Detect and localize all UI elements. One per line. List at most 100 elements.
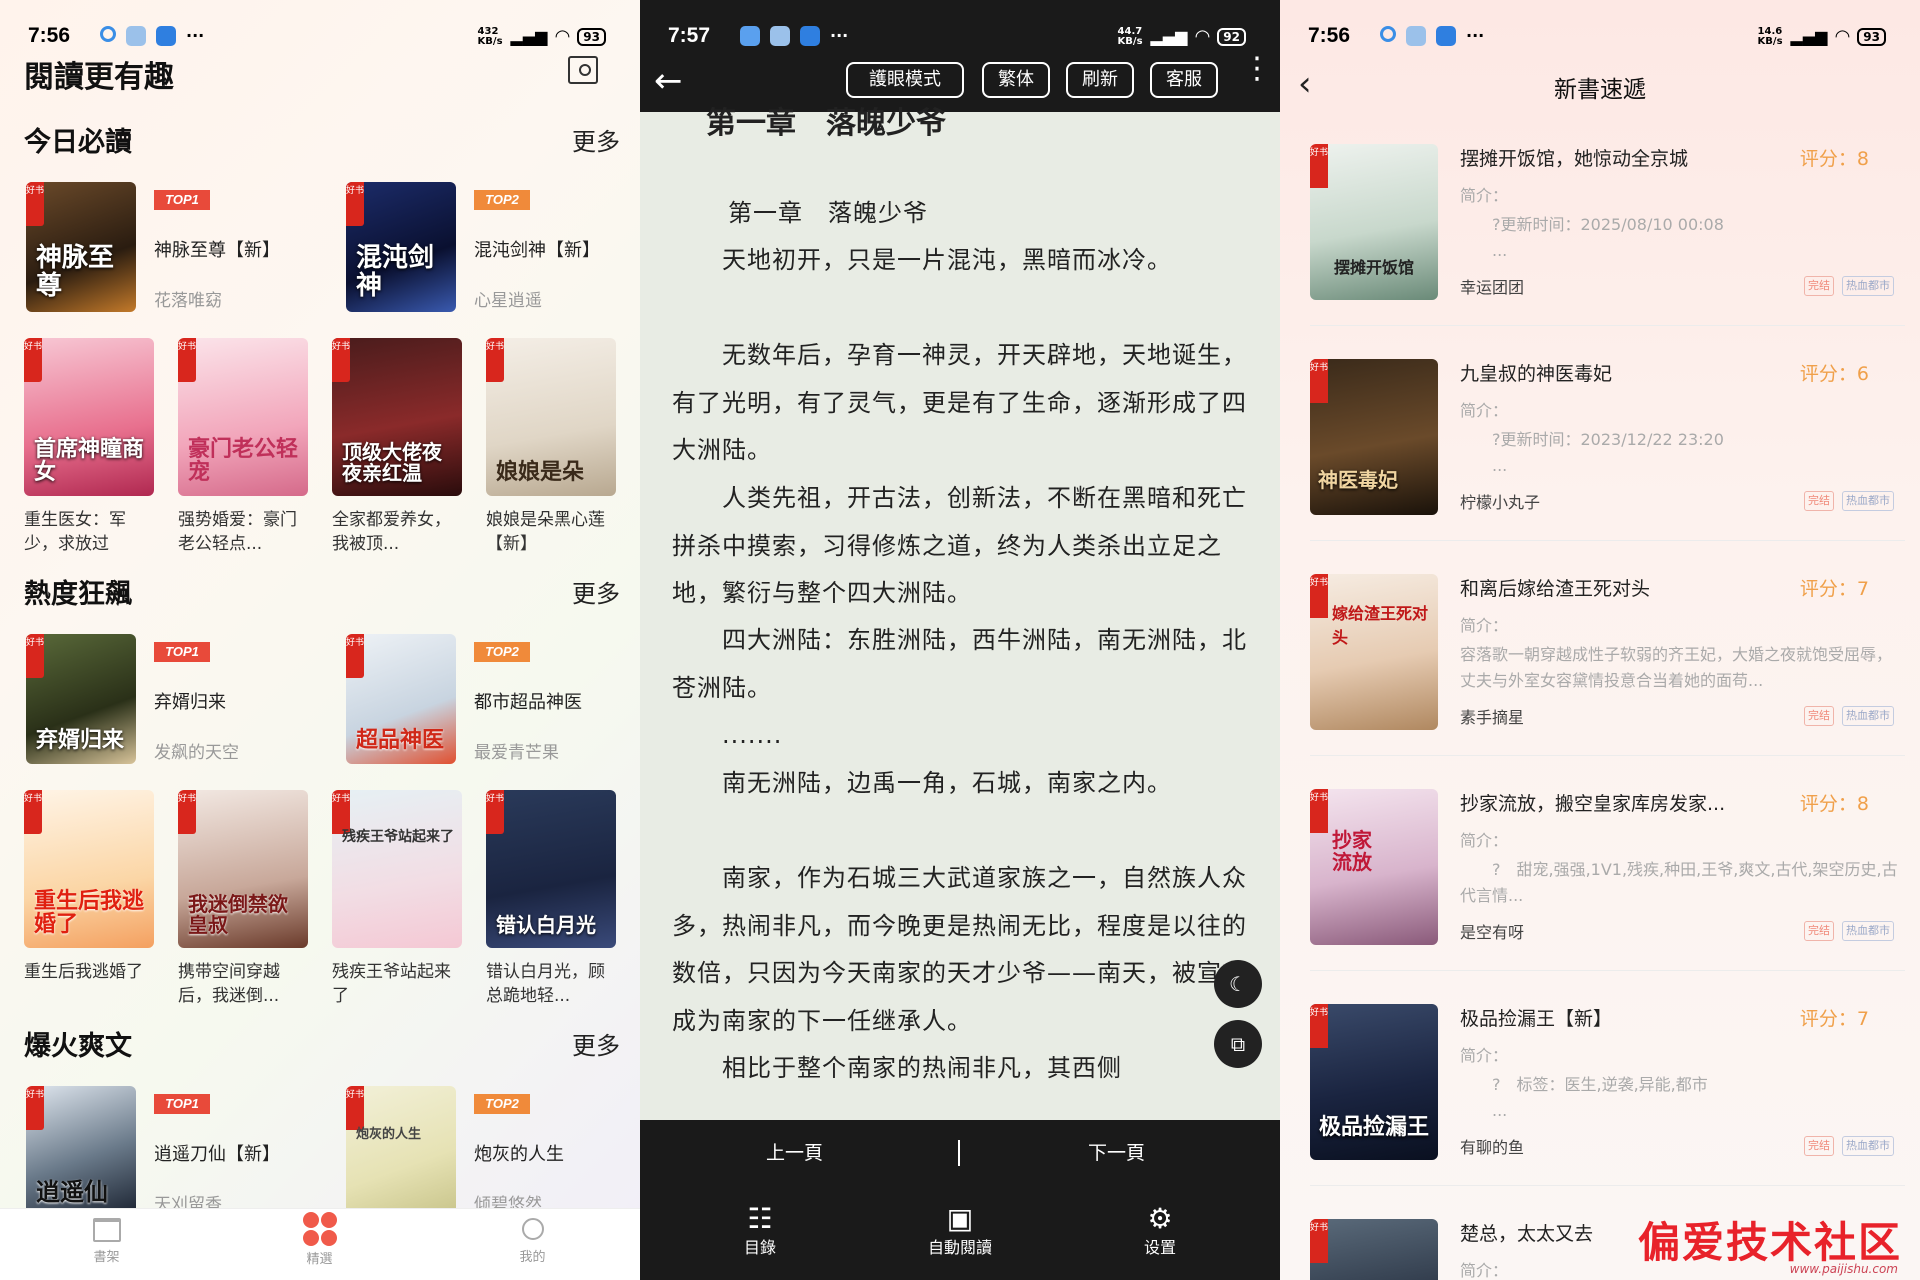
paragraph: 无数年后，孕育一神灵，开天辟地，天地诞生，有了光明，有了灵气，更是有了生命，逐渐… (672, 341, 1247, 464)
book-title[interactable]: 重生后我逃婚了 (24, 960, 154, 984)
book-title: 九皇叔的神医毒妃 (1460, 363, 1613, 385)
book-title[interactable]: 炮灰的人生 (474, 1140, 564, 1166)
search-icon[interactable] (568, 56, 598, 84)
book-title[interactable]: 娘娘是朵黑心莲【新】 (486, 508, 616, 556)
back-arrow-icon[interactable]: ← (654, 64, 683, 98)
book-title[interactable]: 弃婿归来 (154, 688, 226, 714)
cover-title: 顶级大佬夜夜亲红温 (342, 440, 442, 485)
book-title[interactable]: 神脉至尊【新】 (154, 236, 280, 262)
cover-title: 弃婿归来 (36, 726, 125, 753)
network-speed: 14.6 KB/s (1757, 25, 1783, 47)
page-divider (958, 1140, 960, 1166)
book-cover[interactable]: 好书 逍遥仙 (26, 1086, 136, 1216)
cover-title: 重生后我逃婚了 (34, 887, 145, 937)
page-title: 新書速遞 (1554, 77, 1646, 103)
more-link[interactable]: 更多 (572, 122, 620, 157)
refresh-button[interactable]: 刷新 (1066, 62, 1134, 98)
tab-profile[interactable]: 我的 (426, 1208, 639, 1280)
book-title[interactable]: 逍遥刀仙【新】 (154, 1140, 280, 1166)
book-title: 抄家流放，搬空皇家库房发家... (1460, 793, 1726, 815)
gear-icon: ⚙ (1147, 1202, 1173, 1235)
cover-title: 娘娘是朵 (496, 458, 585, 485)
book-cover: 好书 摆摊开饭馆 (1310, 144, 1438, 300)
night-mode-icon[interactable]: ☾ (1214, 960, 1262, 1008)
rank-badge: TOP1 (154, 1094, 210, 1114)
book-title[interactable]: 错认白月光，顾总跪地轻... (486, 960, 616, 1008)
intro-label: 简介： (1460, 831, 1509, 850)
book-list-item[interactable]: 好书 神医毒妃 九皇叔的神医毒妃 评分：6 简介： ?更新时间：2023/12/2… (1310, 341, 1905, 541)
book-score: 评分：7 (1799, 1008, 1869, 1030)
tab-label: 精選 (306, 1252, 333, 1267)
book-title[interactable]: 全家都爱养女，我被顶... (332, 508, 462, 556)
book-list-item[interactable]: 好书 抄家流放 抄家流放，搬空皇家库房发家... 评分：8 简介： ? 甜宠,强强… (1310, 771, 1905, 971)
book-list-item[interactable]: 好书 嫁给渣王死对头 和离后嫁给渣王死对头 评分：7 简介： 容落歌一朝穿越成性子… (1310, 556, 1905, 756)
cover-tag: 好书 (346, 634, 364, 678)
book-cover[interactable]: 好书 我迷倒禁欲皇叔 (178, 790, 308, 948)
more-link[interactable]: 更多 (572, 574, 620, 609)
settings-label: 设置 (1143, 1238, 1176, 1257)
prev-page-button[interactable]: 上一頁 (766, 1138, 823, 1165)
more-link[interactable]: 更多 (572, 1026, 620, 1061)
reading-content: 第一章 落魄少爷 天地初开，只是一片混沌，黑暗而冰冷。 无数年后，孕育一神灵，开… (640, 190, 1280, 1090)
eye-mode-button[interactable]: 護眼模式 (846, 62, 964, 98)
cover-tag: 好书 (346, 1086, 364, 1130)
book-title[interactable]: 强势婚爱：豪门老公轻点... (178, 508, 308, 556)
reader-bottom-bar: 上一頁 下一頁 ☷ 目錄 ▣ 自動閱讀 ⚙ 设置 (640, 1120, 1280, 1280)
book-title[interactable]: 都市超品神医 (474, 688, 582, 714)
book-cover[interactable]: 好书 混沌剑神 (346, 182, 456, 312)
cover-title: 混沌剑神 (356, 243, 435, 301)
book-list-item[interactable]: 好书 极品捡漏王 极品捡漏王【新】 评分：7 简介： ? 标签：医生,逆袭,异能,… (1310, 986, 1905, 1186)
book-title[interactable]: 混沌剑神【新】 (474, 236, 600, 262)
book-cover[interactable]: 好书 娘娘是朵 (486, 338, 616, 496)
notification-icon (100, 26, 116, 42)
cover-title: 嫁给渣王死对头 (1332, 604, 1429, 647)
divider (1310, 1185, 1905, 1186)
intro-label: 简介： (1460, 616, 1509, 635)
customer-service-button[interactable]: 客服 (1150, 62, 1218, 98)
cover-tag: 好书 (1310, 1219, 1328, 1263)
paragraph: 南无洲陆，边禹一角，石城，南家之内。 (672, 769, 1172, 797)
paragraph: 南家，作为石城三大武道家族之一，自然族人众多，热闹非凡，而今晚更是热闹无比，程度… (672, 864, 1247, 1035)
book-list-item[interactable]: 好书 摆摊开饭馆 摆摊开饭馆，她惊动全京城 评分：8 简介： ?更新时间：2025… (1310, 126, 1905, 326)
book-cover[interactable]: 好书 首席神瞳商女 (24, 338, 154, 496)
book-title[interactable]: 残疾王爷站起来了 (332, 960, 462, 1008)
bookstore-panel: 7:56 ··· 432 KB/s ▂▄▆ ◠ 93 閱讀更有趣 今日必讀 更多… (0, 0, 640, 1280)
book-cover[interactable]: 好书 神脉至尊 (26, 182, 136, 312)
status-badge: 完结 (1804, 1136, 1834, 1156)
auto-read-icon: ▣ (946, 1202, 974, 1235)
more-options-icon[interactable]: ⋮ (1242, 54, 1272, 84)
genre-badge: 热血都市 (1842, 491, 1894, 511)
cover-tag: 好书 (1310, 144, 1328, 188)
cover-tag: 好书 (1310, 1004, 1328, 1048)
book-title[interactable]: 携带空间穿越后，我迷倒... (178, 960, 308, 1008)
tab-bookshelf[interactable]: 書架 (0, 1208, 213, 1280)
book-cover[interactable]: 好书 超品神医 (346, 634, 456, 764)
next-page-button[interactable]: 下一頁 (1088, 1138, 1145, 1165)
settings-button[interactable]: ⚙ 设置 (1130, 1204, 1190, 1258)
book-cover[interactable]: 好书 重生后我逃婚了 (24, 790, 154, 948)
signal-icon: ▂▄▆ (1790, 27, 1828, 46)
auto-read-button[interactable]: ▣ 自動閱讀 (918, 1204, 1002, 1258)
reader-top-bar: 7:57 ··· 44.7 KB/s ▂▄▆ ◠ 92 ← 護眼模式 繁体 刷新… (640, 0, 1280, 112)
catalog-icon: ☷ (747, 1202, 773, 1235)
traditional-chinese-button[interactable]: 繁体 (982, 62, 1050, 98)
book-title[interactable]: 重生医女：军少，求放过 (24, 508, 154, 556)
tab-featured[interactable]: 精選 (213, 1208, 426, 1280)
status-right: 14.6 KB/s ▂▄▆ ◠ 93 (1758, 26, 1886, 47)
book-cover[interactable]: 好书 炮灰的人生 (346, 1086, 456, 1216)
book-cover[interactable]: 好书 残疾王爷站起来了 (332, 790, 462, 948)
auto-read-label: 自動閱讀 (927, 1238, 992, 1257)
book-cover[interactable]: 好书 豪门老公轻宠 (178, 338, 308, 496)
cover-tag: 好书 (486, 790, 504, 834)
screen-rotate-icon[interactable]: ⧉ (1214, 1020, 1262, 1068)
cover-tag: 好书 (26, 1086, 44, 1130)
book-cover[interactable]: 好书 顶级大佬夜夜亲红温 (332, 338, 462, 496)
book-cover[interactable]: 好书 错认白月光 (486, 790, 616, 948)
intro-label: 简介： (1460, 186, 1509, 205)
book-description: ? 标签：医生,逆袭,异能,都市 ... (1492, 1075, 1708, 1120)
paragraph: 天地初开，只是一片混沌，黑暗而冰冷。 (672, 246, 1172, 274)
paragraph: 四大洲陆：东胜洲陆，西牛洲陆，南无洲陆，北苍洲陆。 (672, 626, 1247, 702)
status-bar: 7:56 ··· 14.6 KB/s ▂▄▆ ◠ 93 (1280, 0, 1920, 72)
book-cover[interactable]: 好书 弃婿归来 (26, 634, 136, 764)
catalog-button[interactable]: ☷ 目錄 (730, 1204, 790, 1258)
